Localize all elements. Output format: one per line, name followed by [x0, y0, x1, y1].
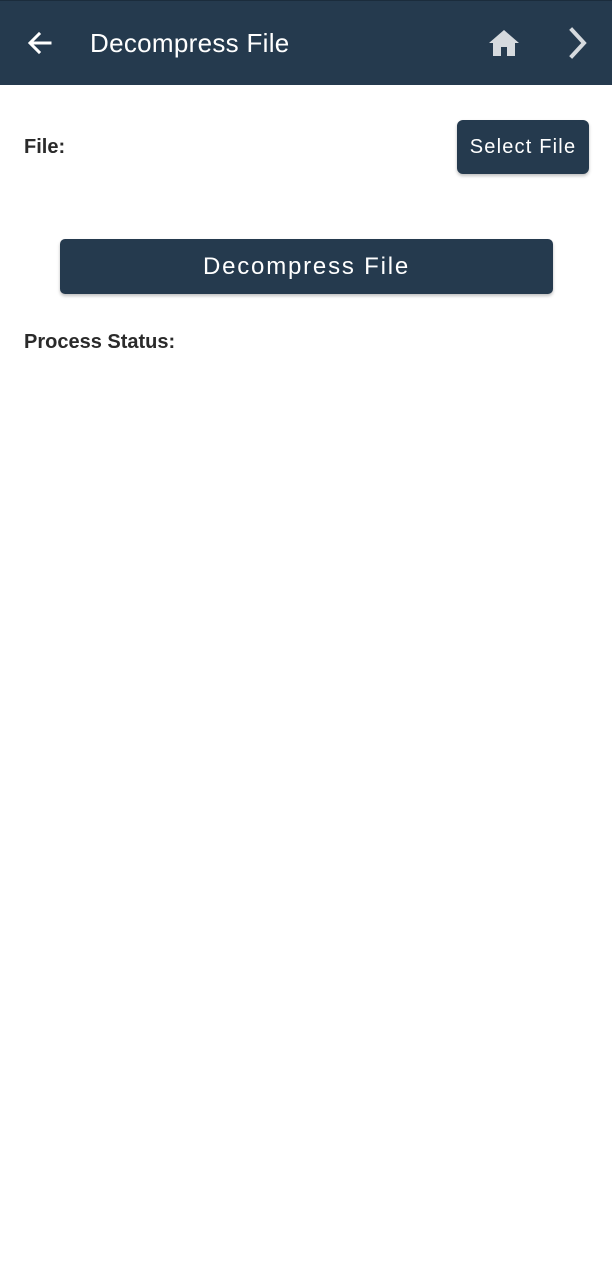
home-button[interactable] — [482, 23, 526, 63]
process-status-label: Process Status: — [24, 331, 176, 353]
next-button[interactable] — [556, 23, 600, 63]
file-label: File: — [24, 136, 66, 158]
page-title: Decompress File — [90, 28, 290, 58]
chevron-right-icon — [569, 27, 587, 59]
decompress-file-button[interactable]: Decompress File — [60, 239, 553, 294]
select-file-button[interactable]: Select File — [457, 120, 589, 174]
back-button[interactable] — [18, 23, 62, 63]
home-icon — [489, 30, 519, 56]
arrow-back-icon — [27, 31, 52, 55]
app-bar: Decompress File — [0, 0, 612, 85]
